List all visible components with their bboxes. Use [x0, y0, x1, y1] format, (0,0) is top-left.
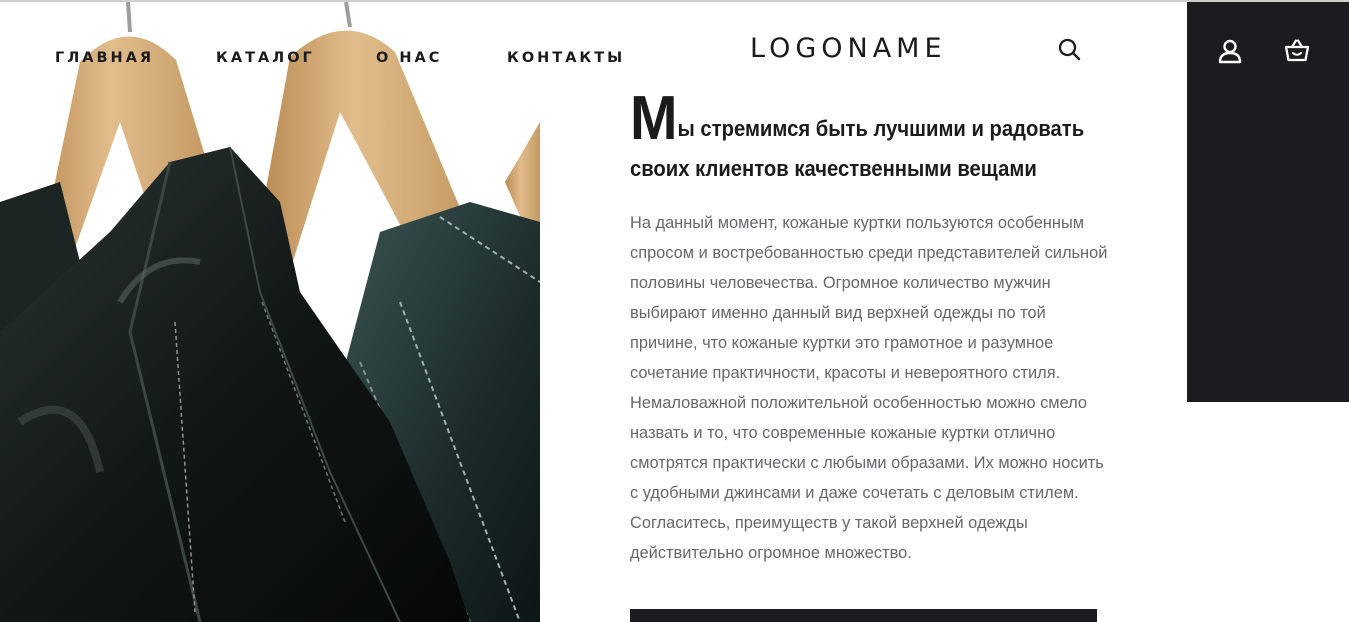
- shopping-basket-icon: [1284, 39, 1310, 62]
- cart-button[interactable]: [1283, 37, 1311, 65]
- nav-link-home[interactable]: ГЛАВНАЯ: [55, 50, 154, 66]
- user-icon: [1218, 39, 1242, 64]
- content-headline: М ы стремимся быть лучшими и радовать св…: [630, 84, 1110, 181]
- about-paragraph: На данный момент, кожаные куртки пользую…: [630, 208, 1110, 568]
- cta-button[interactable]: [630, 609, 1097, 622]
- account-button[interactable]: [1216, 37, 1244, 65]
- paragraph-line: На данный момент, кожаные куртки пользую…: [630, 214, 1084, 232]
- site-logo[interactable]: LOGONAME: [750, 33, 947, 64]
- search-icon: [1058, 38, 1081, 61]
- main-navigation: ГЛАВНАЯ КАТАЛОГ О НАС КОНТАКТЫ: [0, 0, 640, 116]
- paragraph-line: спросом и востребованностью среди предст…: [630, 244, 1108, 262]
- paragraph-line: сочетание практичности, красоты и неверо…: [630, 364, 1061, 382]
- paragraph-line: назвать и то, что современные кожаные ку…: [630, 424, 1056, 442]
- paragraph-line: половины человечества. Огромное количест…: [630, 274, 1051, 292]
- paragraph-line: Немаловажной положительной особенностью …: [630, 394, 1088, 412]
- search-button[interactable]: [1057, 37, 1083, 63]
- headline-line-1: М ы стремимся быть лучшими и радовать: [630, 84, 1084, 153]
- paragraph-line: смотрятся практически с любыми образами.…: [630, 454, 1104, 472]
- paragraph-line: с удобными джинсами и даже сочетать с де…: [630, 484, 1079, 502]
- nav-link-about[interactable]: О НАС: [376, 50, 442, 66]
- nav-link-contacts[interactable]: КОНТАКТЫ: [507, 50, 625, 66]
- headline-dropcap: М: [630, 84, 678, 153]
- headline-line-1-text: ы стремимся быть лучшими и радовать: [677, 116, 1085, 141]
- paragraph-line: действительно огромное множество.: [630, 544, 912, 562]
- nav-link-catalog[interactable]: КАТАЛОГ: [216, 50, 315, 66]
- paragraph-line: выбирают именно данный вид верхней одежд…: [630, 304, 1046, 322]
- paragraph-line: причине, что кожаные куртки это грамотно…: [630, 334, 1054, 352]
- user-panel: [1187, 2, 1349, 402]
- headline-line-2: своих клиентов качественными вещами: [630, 156, 1037, 181]
- paragraph-line: Согласитесь, преимуществ у такой верхней…: [630, 514, 1028, 532]
